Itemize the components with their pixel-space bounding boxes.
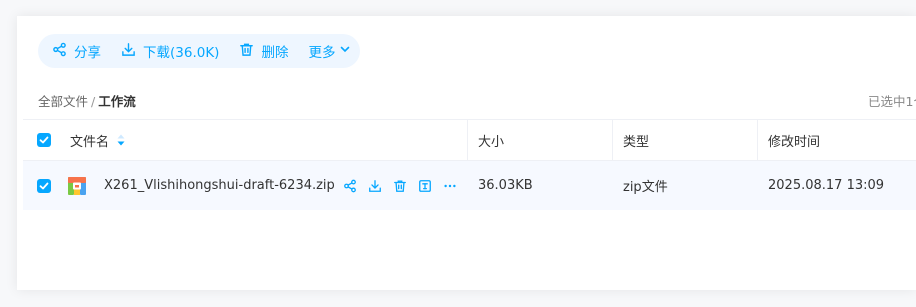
sort-icon[interactable] [117,134,125,146]
delete-label: 删除 [261,45,289,61]
table-row[interactable]: X261_Vlishihongshui-draft-6234.zip 36.03… [23,161,916,210]
select-all-checkbox[interactable] [37,133,51,147]
rename-icon[interactable] [418,179,432,193]
more-button[interactable]: 更多 [304,34,355,68]
breadcrumb-root[interactable]: 全部文件 [38,94,88,109]
file-size-cell: 36.03KB [478,161,533,210]
selection-toolbar: 分享 下载(36.0K) 删除 更多 [38,34,360,68]
share-icon [52,42,74,61]
check-icon [39,136,49,144]
file-name[interactable]: X261_Vlishihongshui-draft-6234.zip [104,178,335,193]
file-type: zip文件 [623,180,668,195]
download-button[interactable]: 下载(36.0K) [117,34,223,68]
column-header-type-label: 类型 [623,134,650,150]
share-button[interactable]: 分享 [48,34,105,68]
download-label: 下载(36.0K) [143,45,220,61]
page-background: 分享 下载(36.0K) 删除 更多 全部文件 / 工作流 已选中1 文件名 大… [0,0,916,307]
file-modified: 2025.08.17 13:09 [768,178,885,193]
breadcrumb: 全部文件 / 工作流 [38,91,136,110]
select-all-cell [37,120,51,160]
trash-icon [239,42,261,61]
file-table: 文件名 大小 类型 修改时间 X261_Vlishihongshui-draft… [23,119,916,210]
column-header-name-label: 文件名 [70,134,110,150]
share-label: 分享 [74,45,101,61]
file-type-icon-cell [67,161,87,210]
selection-status: 已选中1个 [868,94,916,109]
download-icon [121,42,143,61]
row-checkbox-cell [37,161,51,210]
download-icon[interactable] [368,179,382,193]
trash-icon[interactable] [393,179,407,193]
file-size: 36.03KB [478,178,533,193]
file-type-cell: zip文件 [623,161,668,210]
more-label: 更多 [308,45,336,61]
row-checkbox[interactable] [37,178,51,193]
file-list-panel: 分享 下载(36.0K) 删除 更多 全部文件 / 工作流 已选中1 文件名 大… [17,16,916,290]
column-header-modified-label: 修改时间 [768,134,821,150]
more-options-icon[interactable] [443,179,457,193]
row-actions [343,161,457,210]
chevron-down-icon [335,43,351,59]
zip-file-icon [68,176,86,195]
column-header-size[interactable]: 大小 [467,120,612,160]
column-header-modified[interactable]: 修改时间 [757,120,916,160]
breadcrumb-current: 工作流 [98,94,136,109]
file-modified-cell: 2025.08.17 13:09 [768,161,884,210]
check-icon [39,182,49,189]
column-header-size-label: 大小 [478,134,505,150]
breadcrumb-separator: / [91,94,96,109]
column-header-name[interactable]: 文件名 [70,120,466,160]
share-icon[interactable] [343,179,357,193]
table-header: 文件名 大小 类型 修改时间 [23,119,916,161]
column-header-type[interactable]: 类型 [612,120,757,160]
delete-button[interactable]: 删除 [235,34,292,68]
file-name-cell[interactable]: X261_Vlishihongshui-draft-6234.zip [104,161,335,210]
